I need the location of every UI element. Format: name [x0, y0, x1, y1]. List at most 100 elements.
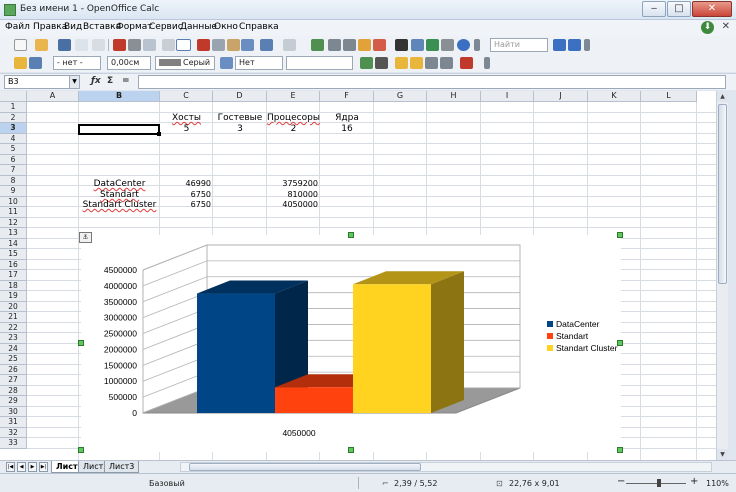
find-replace-icon[interactable]	[395, 39, 408, 51]
to-background-icon[interactable]	[425, 57, 438, 69]
row-header-15[interactable]: 15	[0, 249, 27, 260]
column-header-l[interactable]: L	[641, 91, 697, 102]
sort-descending-icon[interactable]	[343, 39, 356, 51]
cell-c8[interactable]: 46990	[160, 179, 211, 189]
area-icon[interactable]	[220, 57, 233, 69]
spellcheck-icon[interactable]	[162, 39, 175, 51]
row-header-29[interactable]: 29	[0, 396, 27, 407]
print-icon[interactable]	[128, 39, 141, 51]
row-header-21[interactable]: 21	[0, 312, 27, 323]
menu-data[interactable]: Данные	[180, 22, 217, 32]
row-header-26[interactable]: 26	[0, 364, 27, 375]
send-to-back-icon[interactable]	[410, 57, 423, 69]
cell-e3[interactable]: 2	[267, 124, 320, 134]
redo-icon[interactable]	[283, 39, 296, 51]
chart-handle-bottom[interactable]	[348, 447, 354, 453]
cell-c2[interactable]: Хосты	[160, 113, 213, 123]
zoom-out-icon[interactable]: −	[617, 476, 625, 487]
find-previous-icon[interactable]	[568, 39, 581, 51]
column-header-a[interactable]: A	[27, 91, 79, 102]
data-sources-icon[interactable]	[441, 39, 454, 51]
row-header-13[interactable]: 13	[0, 228, 27, 239]
menu-tools[interactable]: Сервис	[149, 22, 183, 32]
area-fill-select[interactable]	[286, 56, 353, 70]
row-header-3[interactable]: 3	[0, 123, 27, 134]
row-header-33[interactable]: 33	[0, 438, 27, 449]
row-header-1[interactable]: 1	[0, 102, 27, 113]
spreadsheet-grid[interactable]: A B C D E F G H I J K L 1 2 3 4 5 6 7 8 9 10 11 12 1…	[0, 91, 716, 460]
first-sheet-icon[interactable]: |◀	[6, 462, 15, 472]
new-document-icon[interactable]	[14, 39, 27, 51]
row-header-28[interactable]: 28	[0, 385, 27, 396]
cell-c10[interactable]: 6750	[160, 200, 211, 210]
maximize-button[interactable]: □	[667, 1, 691, 17]
edit-file-icon[interactable]	[92, 39, 105, 51]
column-header-g[interactable]: G	[374, 91, 427, 102]
export-pdf-icon[interactable]	[113, 39, 126, 51]
zoom-slider-knob[interactable]	[657, 479, 661, 487]
drawing-toolbar-options-icon[interactable]	[484, 57, 490, 69]
cell-e9[interactable]: 810000	[267, 190, 318, 200]
line-icon[interactable]	[29, 57, 42, 69]
format-paintbrush-icon[interactable]	[241, 39, 254, 51]
menu-file[interactable]: Файл	[5, 22, 30, 32]
close-button[interactable]: ✕	[692, 1, 732, 17]
column-header-f[interactable]: F	[320, 91, 374, 102]
formula-input[interactable]	[138, 75, 726, 89]
row-header-10[interactable]: 10	[0, 196, 27, 207]
cell-b10[interactable]: Standart Cluster	[79, 200, 160, 210]
sum-icon[interactable]: Σ	[107, 76, 113, 86]
chevron-down-icon[interactable]: ▼	[69, 76, 79, 88]
chart-anchor-icon[interactable]: ⚓	[79, 232, 92, 243]
autospellcheck-icon[interactable]	[176, 39, 191, 51]
zoom-level[interactable]: 110%	[706, 479, 729, 488]
show-draw-functions-icon[interactable]	[373, 39, 386, 51]
to-foreground-icon[interactable]	[440, 57, 453, 69]
search-input[interactable]: Найти	[490, 38, 548, 52]
horizontal-scrollbar[interactable]	[180, 462, 712, 472]
rotate-icon[interactable]	[360, 57, 373, 69]
column-header-d[interactable]: D	[213, 91, 267, 102]
line-color-select[interactable]: Серый	[155, 56, 215, 70]
horizontal-scroll-thumb[interactable]	[189, 463, 421, 471]
row-header-14[interactable]: 14	[0, 238, 27, 249]
border-style-select[interactable]: - нет -	[53, 56, 101, 70]
gallery-icon[interactable]	[426, 39, 439, 51]
insert-chart-icon[interactable]	[358, 39, 371, 51]
previous-sheet-icon[interactable]: ◀	[17, 462, 26, 472]
row-header-11[interactable]: 11	[0, 207, 27, 218]
help-icon[interactable]	[457, 39, 470, 51]
cell-e10[interactable]: 4050000	[267, 200, 318, 210]
chart-handle-right[interactable]	[617, 340, 623, 346]
row-header-31[interactable]: 31	[0, 417, 27, 428]
row-header-22[interactable]: 22	[0, 322, 27, 333]
column-header-e[interactable]: E	[267, 91, 320, 102]
name-box[interactable]: B3 ▼	[4, 75, 80, 89]
row-header-18[interactable]: 18	[0, 280, 27, 291]
align-icon[interactable]	[460, 57, 473, 69]
row-header-30[interactable]: 30	[0, 406, 27, 417]
row-header-9[interactable]: 9	[0, 186, 27, 197]
scroll-down-icon[interactable]: ▼	[717, 449, 728, 460]
last-sheet-icon[interactable]: ▶|	[39, 462, 48, 472]
menu-view[interactable]: Вид	[64, 22, 82, 32]
column-header-j[interactable]: J	[534, 91, 588, 102]
cell-f2[interactable]: Ядра	[320, 113, 374, 123]
copy-icon[interactable]	[212, 39, 225, 51]
row-header-8[interactable]: 8	[0, 175, 27, 186]
navigator-icon[interactable]	[411, 39, 424, 51]
column-header-k[interactable]: K	[588, 91, 641, 102]
function-wizard-icon[interactable]: ƒx	[91, 76, 101, 86]
chart-handle-bottom-left[interactable]	[78, 447, 84, 453]
cell-b8[interactable]: DataCenter	[79, 179, 160, 189]
row-header-25[interactable]: 25	[0, 354, 27, 365]
chart-handle-top-right[interactable]	[617, 232, 623, 238]
page-style-label[interactable]: Базовый	[149, 479, 185, 488]
chart-handle-left[interactable]	[78, 340, 84, 346]
cell-d3[interactable]: 3	[213, 124, 267, 134]
row-header-5[interactable]: 5	[0, 144, 27, 155]
row-header-17[interactable]: 17	[0, 270, 27, 281]
cell-f3[interactable]: 16	[320, 124, 374, 134]
column-header-i[interactable]: I	[481, 91, 534, 102]
menu-format[interactable]: Формат	[116, 22, 153, 32]
